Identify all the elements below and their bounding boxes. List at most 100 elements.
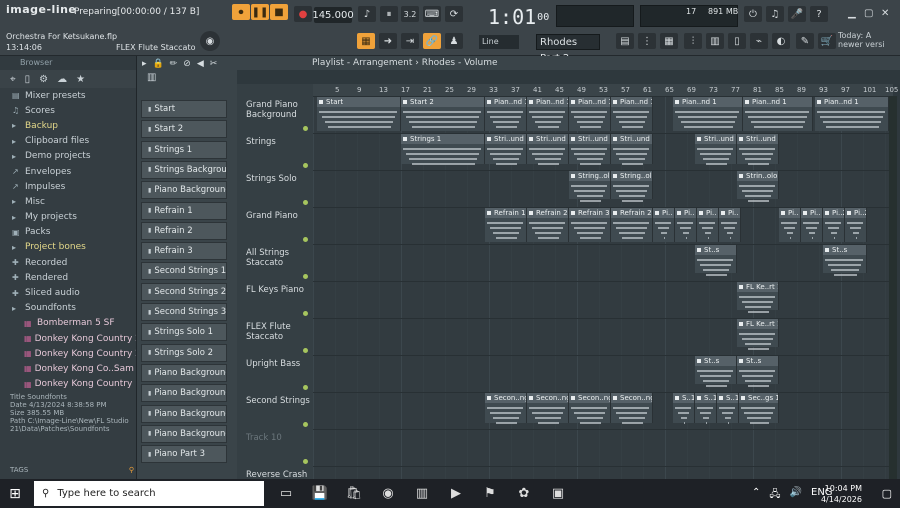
media-player-icon[interactable]: ▶ [444,482,468,506]
browser-item[interactable]: ▸ Clipboard files [0,134,136,149]
tags-bar[interactable]: TAGS ⚲ [10,464,134,476]
track-mute-led[interactable] [303,385,308,390]
pattern-clip[interactable]: Stri..und 1 [569,134,611,144]
pattern-clip[interactable]: Secon..ngs [527,393,569,403]
pattern-song-toggle-icon[interactable]: ⏺ [232,4,250,20]
pattern-clip[interactable]: Pian..nd 1 [673,97,743,107]
pattern-clip[interactable]: Pian..nd 1 [611,97,653,107]
soundfont-item[interactable]: ▦Donkey Kong Co..Sam Miller) [0,361,136,376]
pattern-clip[interactable]: Pian..nd 1 [815,97,889,107]
channel-item[interactable]: Strings 1 [141,140,227,159]
channel-item[interactable]: Refrain 2 [141,221,227,240]
track-name[interactable]: Strings Solo [246,174,297,184]
pattern-clip[interactable]: Pian..nd 1 [743,97,813,107]
pattern-clip[interactable]: Stri..und 1 [611,134,653,144]
pause-button[interactable]: ❚❚ [251,4,269,20]
mic-icon[interactable]: 🎤 [788,6,806,22]
pattern-select[interactable]: Rhodes Part 2 [536,34,600,64]
pattern-clip[interactable]: Stri..und 1 [527,134,569,144]
audio-icon[interactable]: ♫ [766,6,784,22]
browser-icon[interactable]: ◐ [772,33,790,49]
timeline-ruler[interactable]: 5 9 13 17 21 25 29 33 37 41 45 49 53 57 61 65 69 73 77 81 85… [313,84,898,96]
pattern-clip[interactable]: Stri..und 1 [695,134,737,144]
browser-item[interactable]: ▸ Backup [0,118,136,133]
pattern-clip[interactable]: Pi.. [697,208,719,218]
playlist-icon[interactable]: ▤ [616,33,634,49]
soundfont-item[interactable]: ▦Donkey Kong Country FX1 [0,377,136,392]
track-name[interactable]: Second Strings [246,396,310,406]
minimize-icon[interactable]: ▁ [848,8,856,19]
track-name[interactable]: Grand Piano [246,211,298,221]
menu-arrow-icon[interactable]: ▸ [142,59,147,69]
chrome-icon[interactable]: ◉ [376,482,400,506]
link-icon[interactable]: 🔗 [423,33,441,49]
save-icon[interactable]: 💾 [308,482,332,506]
channel-item[interactable]: Piano Part 3 [141,445,227,464]
pattern-clip[interactable]: Pi.. [719,208,741,218]
magnet-icon[interactable]: 🔒 [153,59,164,69]
pattern-clip[interactable]: Pi.. [779,208,801,218]
channel-item[interactable]: Refrain 1 [141,201,227,220]
pattern-clip[interactable]: St..s [737,356,779,366]
pattern-clip[interactable]: Secon..ngs [485,393,527,403]
channel-item[interactable]: Second Strings 3 [141,303,227,321]
windows-start-icon[interactable]: ⊞ [0,479,30,508]
mute-icon[interactable]: ⊘ [183,59,191,69]
browser-item[interactable]: ✚ Recorded [0,255,136,270]
loop-record-icon[interactable]: ⟳ [445,6,463,22]
track-mute-led[interactable] [303,163,308,168]
browser-item[interactable]: ▸ Demo projects [0,149,136,164]
pattern-clip[interactable]: St..s [823,245,867,255]
pattern-clip[interactable]: Pian..nd 1 [485,97,527,107]
channel-item[interactable]: Piano Background 3 [141,384,227,403]
pattern-clip[interactable]: Refrain 1 [485,208,527,218]
browser-item[interactable]: ✚ Sliced audio [0,285,136,300]
pattern-clip[interactable]: Secon..ngs 2 [611,393,653,403]
mixer-icon[interactable]: ⫶ [684,33,702,49]
notification-icon[interactable]: ▢ [882,487,892,500]
channel-item[interactable]: Strings Solo 1 [141,323,227,342]
browser-item[interactable]: ↗ Impulses [0,179,136,194]
stop-button[interactable]: ■ [270,4,288,20]
track-name[interactable]: Grand Piano Background [246,100,313,120]
soundfont-item[interactable]: ▦ Bomberman 5 SF [0,316,136,331]
plugin-icon[interactable]: ▥ [706,33,724,49]
arrangement-grid[interactable]: Start Start 2 Pian..nd 1 Pian..nd 1 Pian..nd… [313,96,889,479]
vertical-scrollbar[interactable] [889,96,897,479]
record-button[interactable]: ● [294,6,312,22]
speaker-icon[interactable]: ◀ [197,59,204,69]
plug-icon[interactable]: ⚙ [39,74,48,85]
typing-keyboard-icon[interactable]: ⌨ [423,6,441,22]
file-icon[interactable]: ▯ [728,33,746,49]
tempo-display[interactable]: 145.000 [312,7,354,23]
pattern-clip[interactable]: FL Ke..rt 1 [737,282,779,292]
network-icon[interactable]: 🖧 [769,487,780,504]
channel-item[interactable]: Strings Background 1 [141,160,227,179]
image-viewer-icon[interactable]: ▣ [546,482,570,506]
track-mute-led[interactable] [303,459,308,464]
browser-item[interactable]: ▤ Mixer presets [0,88,136,103]
pattern-clip[interactable]: St..s [695,356,737,366]
channel-item[interactable]: Piano Background 1 [141,181,227,200]
pattern-clip[interactable]: Pi.. [675,208,697,218]
pattern-clip[interactable]: Secon..ngs [569,393,611,403]
browser-item[interactable]: ▸ Soundfonts [0,301,136,316]
brush-icon[interactable]: ✏ [170,59,178,69]
arrow-tool-icon[interactable]: ➜ [379,33,397,49]
track-name[interactable]: FLEX Flute Staccato [246,322,313,342]
track-mute-led[interactable] [303,348,308,353]
browser-item[interactable]: ▸ Project bones [0,240,136,255]
track-mute-led[interactable] [303,200,308,205]
step-icon[interactable]: ⇥ [401,33,419,49]
channel-item[interactable]: Refrain 3 [141,242,227,261]
maximize-icon[interactable]: ▢ [864,8,873,19]
track-mute-led[interactable] [303,274,308,279]
snap-mode-icon[interactable]: ▦ [357,33,375,49]
wait-icon[interactable]: ⏸ [380,6,398,22]
piano-roll-icon[interactable]: ⋮ [638,33,656,49]
channel-item[interactable]: Second Strings 2 [141,282,227,301]
track-mute-led[interactable] [303,126,308,131]
browser-item[interactable]: ▣ Packs [0,225,136,240]
channel-list-icon[interactable]: ▥ [137,72,237,90]
pattern-clip[interactable]: Refrain 2 [527,208,569,218]
